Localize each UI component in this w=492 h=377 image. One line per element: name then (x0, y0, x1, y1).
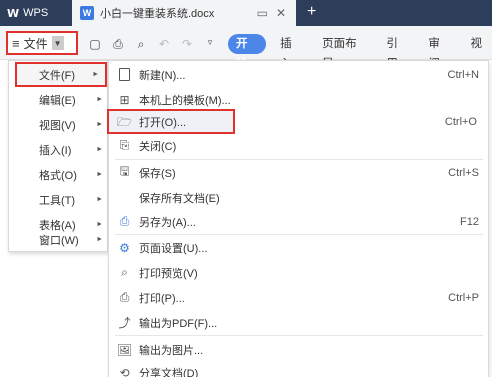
tab-page-layout[interactable]: 页面布局 (312, 34, 376, 70)
restore-tab-icon[interactable]: ▭ (257, 6, 268, 20)
file-menu-button[interactable]: ≡ 文件 ▼ (6, 31, 78, 55)
word-doc-icon: W (80, 6, 94, 20)
menu-item-edit[interactable]: 编辑(E) ► (9, 87, 109, 112)
new-tab-button[interactable]: + (307, 3, 316, 21)
submenu-item-new[interactable]: 新建(N)... Ctrl+N (109, 62, 489, 87)
submenu-item-page-setup[interactable]: ⚙ 页面设置(U)... (109, 235, 489, 260)
menu-separator (115, 335, 483, 336)
menu-item-label: 格式(O) (39, 169, 77, 182)
chevron-right-icon: ► (96, 236, 103, 243)
submenu-item-export-image[interactable]: 🖼 输出为图片... (109, 337, 489, 362)
chevron-down-icon[interactable]: ▼ (51, 36, 64, 50)
chevron-right-icon: ► (96, 196, 103, 203)
wps-logo-icon: W (7, 6, 20, 20)
hamburger-icon: ≡ (12, 35, 20, 51)
save-icon: 🖫 (119, 164, 130, 178)
submenu-item-label: 打印(P)... (139, 292, 185, 305)
wps-home-tab[interactable]: W WPS (0, 0, 70, 26)
submenu-item-save[interactable]: 🖫 保存(S) Ctrl+S (109, 160, 489, 185)
chevron-right-icon: ► (96, 121, 103, 128)
shortcut-label: F12 (460, 215, 479, 228)
preview-quick-icon[interactable]: ⌕ (134, 37, 148, 52)
submenu-item-label: 分享文档(D) (139, 367, 199, 377)
submenu-item-print-preview[interactable]: ⌕ 打印预览(V) (109, 260, 489, 285)
menu-item-label: 编辑(E) (39, 94, 76, 107)
tab-insert[interactable]: 插入 (270, 34, 312, 70)
submenu-item-label: 输出为PDF(F)... (139, 317, 218, 330)
chevron-right-icon: ► (96, 146, 103, 153)
submenu-item-label: 保存(S) (139, 167, 176, 180)
file-main-menu: 文件(F) ► 编辑(E) ► 视图(V) ► 插入(I) ► 格式(O) ► … (8, 60, 108, 252)
menu-item-tools[interactable]: 工具(T) ► (9, 187, 109, 212)
print-quick-icon[interactable]: ⎙ (111, 37, 125, 52)
template-icon: ⊞ (119, 92, 130, 107)
menu-item-window[interactable]: 窗口(W) ► (9, 227, 109, 252)
submenu-item-label: 新建(N)... (139, 69, 186, 82)
ribbon-tabs: 开始 插入 页面布局 引用 审阅 视 (228, 34, 492, 70)
save-as-icon: ⎙ (119, 214, 130, 228)
ribbon-bar: ≡ 文件 ▼ ▢ ⎙ ⌕ ↶ ↷ ▿ 开始 插入 页面布局 引用 审阅 视 (0, 26, 492, 70)
chevron-right-icon: ► (92, 71, 99, 78)
chevron-right-icon: ► (96, 171, 103, 178)
submenu-item-open[interactable]: 🗁 打开(O)... Ctrl+O (107, 109, 477, 134)
printer-icon: ⎙ (119, 290, 130, 304)
menu-item-format[interactable]: 格式(O) ► (9, 162, 109, 187)
document-tab-title: 小白一键重装系统.docx (100, 8, 215, 20)
submenu-item-close[interactable]: ⎘ 关闭(C) (109, 133, 489, 158)
menu-item-file[interactable]: 文件(F) ► (15, 62, 107, 87)
close-tab-icon[interactable]: ✕ (276, 6, 286, 20)
export-image-icon: 🖼 (116, 342, 133, 357)
shortcut-label: Ctrl+S (448, 166, 479, 179)
shortcut-label: Ctrl+O (444, 115, 477, 128)
document-tab[interactable]: W 小白一键重装系统.docx ▭ ✕ (72, 0, 296, 26)
submenu-item-label: 输出为图片... (139, 344, 204, 357)
page-setup-icon: ⚙ (119, 240, 130, 255)
customize-dropdown-icon[interactable]: ▿ (203, 37, 217, 52)
menu-item-label: 文件(F) (39, 69, 76, 82)
title-bar: W WPS W 小白一键重装系统.docx ▭ ✕ + (0, 0, 492, 26)
share-icon: ⟲ (119, 365, 130, 377)
menu-item-insert[interactable]: 插入(I) ► (9, 137, 109, 162)
menu-item-view[interactable]: 视图(V) ► (9, 112, 109, 137)
submenu-item-share[interactable]: ⟲ 分享文档(D) (109, 360, 489, 377)
print-preview-icon: ⌕ (121, 265, 128, 279)
submenu-item-label: 本机上的模板(M)... (139, 94, 231, 107)
submenu-item-label: 关闭(C) (139, 140, 177, 153)
shortcut-label: Ctrl+P (448, 291, 479, 304)
quick-access-toolbar: ▢ ⎙ ⌕ ↶ ↷ ▿ (88, 37, 217, 52)
menu-item-label: 工具(T) (39, 194, 76, 207)
tab-review[interactable]: 审阅 (418, 34, 460, 70)
tab-references[interactable]: 引用 (376, 34, 418, 70)
export-pdf-icon: ⤴ (118, 316, 131, 330)
close-doc-icon: ⎘ (119, 138, 130, 152)
menu-item-label: 视图(V) (39, 119, 76, 132)
submenu-item-export-pdf[interactable]: ⤴ 输出为PDF(F)... (109, 310, 489, 335)
submenu-item-label: 打印预览(V) (139, 267, 198, 280)
new-doc-icon (117, 67, 132, 82)
submenu-item-label: 打开(O)... (139, 116, 187, 129)
submenu-item-label: 页面设置(U)... (139, 242, 208, 255)
folder-open-icon: 🗁 (117, 115, 132, 129)
wps-tab-label: WPS (23, 7, 49, 19)
menu-item-label: 插入(I) (39, 144, 72, 157)
chevron-right-icon: ► (96, 96, 103, 103)
file-submenu: 新建(N)... Ctrl+N ⊞ 本机上的模板(M)... 🗁 打开(O)..… (107, 60, 489, 377)
submenu-item-label: 保存所有文档(E) (139, 192, 220, 205)
tab-view[interactable]: 视 (460, 34, 492, 54)
submenu-item-save-all[interactable]: 保存所有文档(E) (109, 185, 489, 210)
undo-icon[interactable]: ↶ (157, 37, 171, 52)
shortcut-label: Ctrl+N (447, 68, 479, 81)
submenu-item-label: 另存为(A)... (139, 216, 196, 229)
save-quick-icon[interactable]: ▢ (88, 37, 102, 52)
tab-home[interactable]: 开始 (228, 34, 267, 70)
submenu-item-print[interactable]: ⎙ 打印(P)... Ctrl+P (109, 285, 489, 310)
submenu-item-save-as[interactable]: ⎙ 另存为(A)... F12 (109, 209, 489, 234)
redo-icon[interactable]: ↷ (180, 37, 194, 52)
file-menu-label: 文件 (23, 36, 48, 51)
menu-item-label: 窗口(W) (39, 234, 79, 247)
